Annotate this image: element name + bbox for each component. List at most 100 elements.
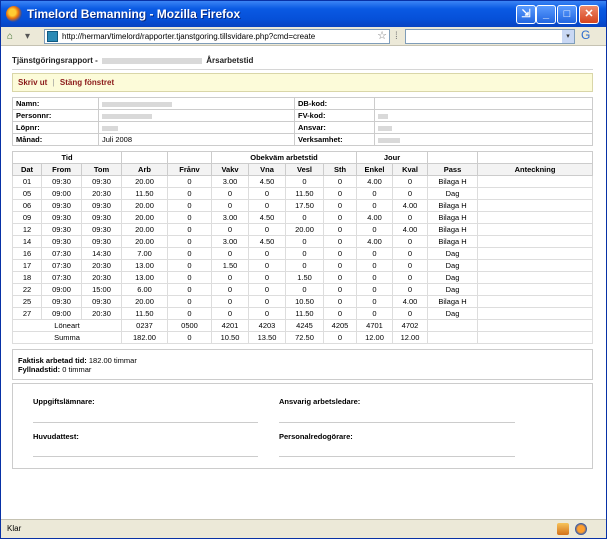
table-cell: 4.00 xyxy=(356,175,393,188)
table-cell: 0 xyxy=(248,271,286,284)
table-cell: Bilaga H xyxy=(427,211,478,224)
table-cell: 0 xyxy=(211,247,249,260)
employee-info-table: Namn: DB-kod: Personnr: FV-kod: Löpnr: A… xyxy=(12,97,593,146)
table-cell: 0 xyxy=(323,211,357,224)
table-cell: 0 xyxy=(248,307,286,320)
lopnr-value xyxy=(98,121,295,134)
table-cell: 0 xyxy=(285,175,324,188)
table-cell: Bilaga H xyxy=(427,295,478,308)
table-cell: 09:30 xyxy=(41,295,82,308)
table-cell: 0 xyxy=(211,283,249,296)
group-header-obekvam: Obekväm arbetstid xyxy=(211,151,357,164)
table-cell: 25 xyxy=(12,295,42,308)
table-cell: 14:30 xyxy=(81,247,122,260)
table-cell: 4.00 xyxy=(356,235,393,248)
home-icon[interactable]: ⌂ xyxy=(7,29,13,44)
table-cell: 09:00 xyxy=(41,187,82,200)
table-cell: 1.50 xyxy=(211,259,249,272)
table-cell: 0 xyxy=(392,259,428,272)
table-cell: 09:30 xyxy=(81,175,122,188)
table-cell: 0 xyxy=(285,211,324,224)
dropdown-icon[interactable]: ▾ xyxy=(25,29,30,44)
table-row: 16 07:30 14:30 7.00 0 0 0 0 0 0 0 Dag xyxy=(12,247,593,260)
table-cell: 0 xyxy=(356,187,393,200)
table-cell: 06 xyxy=(12,199,42,212)
url-bar[interactable]: http://herman/timelord/rapporter.tjanstg… xyxy=(44,29,390,44)
column-header: Anteckning xyxy=(477,163,593,176)
table-cell: 0 xyxy=(167,259,212,272)
table-cell: 4.00 xyxy=(392,223,428,236)
loneart-row-label: Löneart xyxy=(12,319,122,332)
loneart-row-value: 4701 xyxy=(356,319,393,332)
restore-icon[interactable]: ⇲ xyxy=(516,5,536,24)
column-header: From xyxy=(41,163,82,176)
table-cell: 0 xyxy=(392,235,428,248)
column-header: Pass xyxy=(427,163,478,176)
table-cell: 0 xyxy=(356,307,393,320)
fyllnad-line: Fyllnadstid: 0 timmar xyxy=(18,365,592,374)
loneart-row-blank xyxy=(477,319,593,332)
action-separator: | xyxy=(52,78,55,87)
table-row: 14 09:30 09:30 20.00 0 3.00 4.50 0 0 4.00 0 Bilaga … xyxy=(12,235,593,248)
table-cell: 0 xyxy=(167,307,212,320)
site-icon xyxy=(47,31,58,42)
column-header: Dat xyxy=(12,163,42,176)
table-row: 06 09:30 09:30 20.00 0 0 0 17.50 0 0 4.00 Bilaga H xyxy=(12,199,593,212)
table-cell: Bilaga H xyxy=(427,223,478,236)
search-engine-dropdown-icon[interactable]: ▾ xyxy=(562,30,574,43)
table-cell: 0 xyxy=(248,187,286,200)
table-cell: 4.00 xyxy=(392,295,428,308)
personal-label: Personalredogörare: xyxy=(279,432,353,441)
print-link[interactable]: Skriv ut xyxy=(18,78,47,87)
table-cell: 0 xyxy=(285,235,324,248)
table-cell: 17 xyxy=(12,259,42,272)
table-cell: Dag xyxy=(427,259,478,272)
status-bar: Klar xyxy=(1,519,606,538)
table-cell: 0 xyxy=(356,247,393,260)
firefox-status-icon[interactable] xyxy=(575,523,587,535)
minimize-button[interactable]: _ xyxy=(536,5,556,24)
db-value xyxy=(374,97,593,110)
fv-value xyxy=(374,109,593,122)
crumb-end: Årsarbetstid xyxy=(206,56,254,65)
bookmark-star-icon[interactable]: ☆ xyxy=(377,29,387,42)
group-header-tid: Tid xyxy=(12,151,122,164)
table-cell: 10.50 xyxy=(285,295,324,308)
table-cell xyxy=(477,175,593,188)
table-cell: 09:30 xyxy=(81,223,122,236)
table-cell xyxy=(477,247,593,260)
signature-box: Uppgiftslämnare: Ansvarig arbetsledare: … xyxy=(12,383,593,469)
table-cell: 0 xyxy=(323,247,357,260)
table-cell: 4.00 xyxy=(356,211,393,224)
table-cell: 12 xyxy=(12,223,42,236)
close-button[interactable]: ✕ xyxy=(579,5,599,24)
table-cell: 20:30 xyxy=(81,259,122,272)
search-input[interactable]: ▾ xyxy=(405,29,575,44)
loneart-row: Löneart 0237 0500 4201 4203 4245 4205 4701 4702 xyxy=(12,319,593,332)
table-cell: 07:30 xyxy=(41,271,82,284)
breadcrumb: Tjänstgöringsrapport - Årsarbetstid xyxy=(12,56,593,70)
table-cell xyxy=(477,235,593,248)
addon-icon[interactable] xyxy=(557,523,569,535)
personnr-label: Personnr: xyxy=(12,109,99,122)
table-cell: 20:30 xyxy=(81,271,122,284)
table-row: 27 09:00 20:30 11.50 0 0 0 11.50 0 0 0 Dag xyxy=(12,307,593,320)
table-cell: 22 xyxy=(12,283,42,296)
action-bar: Skriv ut | Stäng fönstret xyxy=(12,73,593,92)
table-cell: 0 xyxy=(356,271,393,284)
loneart-row-value: 4203 xyxy=(248,319,286,332)
table-cell xyxy=(477,187,593,200)
search-go-icon[interactable]: G xyxy=(581,28,590,42)
table-cell: 0 xyxy=(211,271,249,284)
table-cell: 07:30 xyxy=(41,259,82,272)
close-window-link[interactable]: Stäng fönstret xyxy=(60,78,114,87)
table-cell: 0 xyxy=(211,307,249,320)
table-cell xyxy=(477,271,593,284)
maximize-button[interactable]: □ xyxy=(557,5,577,24)
loneart-row-value: 0500 xyxy=(167,319,212,332)
summa-row-value: 13.50 xyxy=(248,331,286,344)
table-cell: 20:30 xyxy=(81,187,122,200)
redacted-name xyxy=(102,57,203,64)
table-cell: 14 xyxy=(12,235,42,248)
table-cell: 11.50 xyxy=(121,187,168,200)
